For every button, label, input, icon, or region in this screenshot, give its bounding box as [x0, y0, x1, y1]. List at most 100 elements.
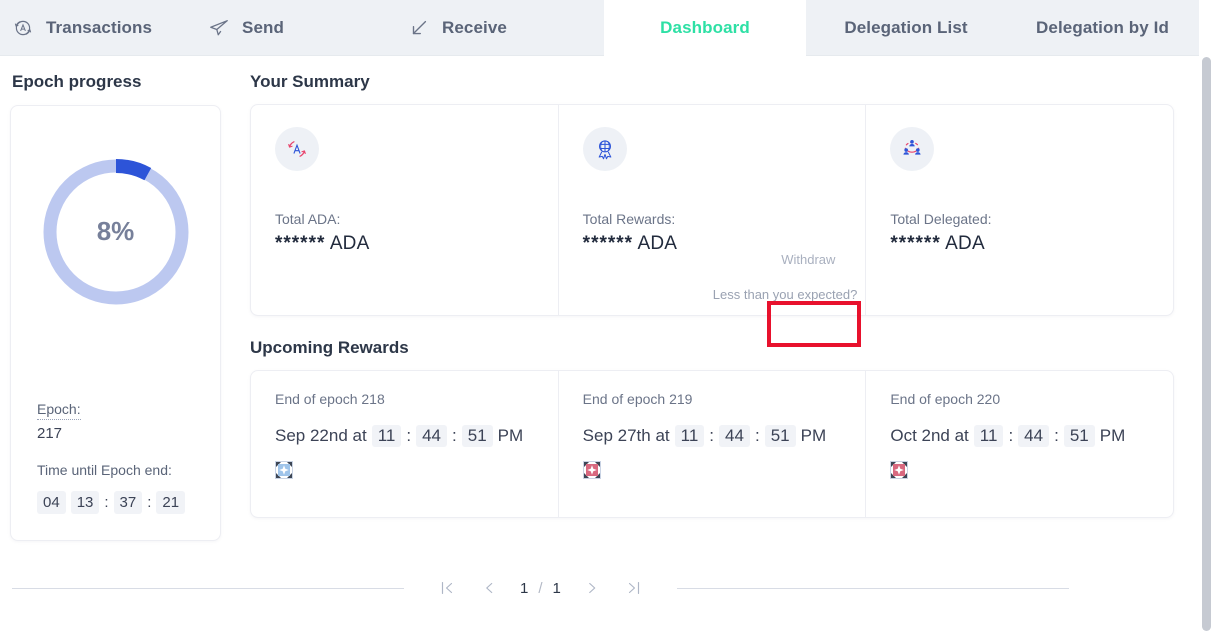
divider-right — [676, 587, 1069, 589]
upcoming-epoch-text: End of epoch 220 — [890, 391, 1001, 407]
total-rewards-stars: ****** — [582, 233, 634, 254]
countdown-minutes: 37 — [113, 491, 143, 514]
summary-card-row: Total ADA: ****** ADA Total Rewards: ***… — [250, 104, 1174, 316]
upcoming-date: Oct 2nd at 11 : 44 : 51 PM — [890, 425, 1149, 447]
summary-card-total-ada: Total ADA: ****** ADA — [251, 105, 558, 315]
dashboard-page: Epoch progress 8% Epoch: 217 Time until … — [0, 56, 1199, 631]
upcoming-rewards-title: Upcoming Rewards — [250, 338, 409, 357]
total-delegated-label: Total Delegated: — [890, 211, 992, 227]
epoch-progress-title: Epoch progress — [12, 72, 142, 91]
total-delegated-value: ****** ADA — [890, 233, 1149, 255]
upcoming-rewards-row: End of epoch 218 Sep 22nd at 11 : 44 : 5… — [250, 370, 1174, 518]
tab-send[interactable]: Send — [200, 0, 400, 56]
epoch-countdown: 04 13 : 37 : 21 — [37, 491, 220, 514]
tab-send-label: Send — [242, 18, 284, 37]
tab-receive[interactable]: Receive — [400, 0, 604, 56]
divider-left — [12, 587, 404, 589]
upcoming-date: Sep 22nd at 11 : 44 : 51 PM — [275, 425, 534, 447]
upcoming-date-prefix: Sep 22nd at — [275, 426, 367, 445]
upcoming-date-prefix: Oct 2nd at — [890, 426, 969, 445]
epoch-progress-column: Epoch progress 8% Epoch: 217 Time until … — [0, 56, 250, 631]
upcoming-sep-2: : — [1054, 426, 1059, 445]
countdown-hours: 13 — [70, 491, 100, 514]
ada-refresh-icon — [12, 17, 34, 39]
total-rewards-unit: ADA — [637, 233, 678, 254]
upcoming-sep-1: : — [406, 426, 412, 445]
upcoming-hours: 11 — [973, 425, 1004, 447]
withdraw-button[interactable]: Withdraw — [773, 245, 843, 274]
upcoming-seconds: 51 — [764, 425, 796, 447]
upcoming-seconds: 51 — [1063, 425, 1095, 447]
upcoming-date: Sep 27th at 11 : 44 : 51 PM — [583, 425, 842, 447]
tab-delegation-list[interactable]: Delegation List — [806, 0, 1006, 56]
first-page-icon[interactable] — [426, 570, 468, 606]
total-ada-unit: ADA — [329, 233, 370, 254]
countdown-sep-2: : — [147, 494, 152, 511]
scrollbar-thumb[interactable] — [1202, 57, 1211, 631]
tab-receive-label: Receive — [442, 18, 507, 37]
upcoming-hours: 11 — [674, 425, 705, 447]
upcoming-sep-1: : — [1008, 426, 1014, 445]
upcoming-meridiem: PM — [497, 426, 524, 445]
upcoming-reward-card: End of epoch 219 Sep 27th at 11 : 44 : 5… — [557, 371, 866, 517]
upcoming-epoch-text: End of epoch 218 — [275, 391, 385, 407]
summary-card-total-rewards: Total Rewards: ****** ADA Withdraw Less … — [557, 105, 866, 315]
upcoming-sep-2: : — [452, 426, 457, 445]
upcoming-minutes: 44 — [719, 425, 750, 447]
total-delegated-stars: ****** — [890, 233, 941, 254]
epoch-progress-card: 8% Epoch: 217 Time until Epoch end: 04 1… — [10, 105, 221, 541]
pagination: 1 / 1 — [404, 570, 677, 606]
broken-image-icon-red — [582, 461, 601, 479]
summary-card-total-delegated: Total Delegated: ****** ADA — [865, 105, 1173, 315]
last-page-icon[interactable] — [613, 570, 655, 606]
upcoming-sep-1: : — [709, 426, 715, 445]
epoch-label: Epoch: — [37, 401, 81, 420]
upcoming-meridiem: PM — [800, 426, 827, 445]
tab-delegation-by-id[interactable]: Delegation by Id — [1006, 0, 1199, 56]
countdown-sep-1: : — [104, 494, 109, 511]
countdown-days: 04 — [37, 491, 66, 514]
broken-image-icon-blue — [275, 461, 293, 479]
main-tab-bar: Transactions Send Receive Dashboard Dele… — [0, 0, 1199, 56]
arrow-down-left-icon — [408, 17, 430, 39]
upcoming-reward-card: End of epoch 218 Sep 22nd at 11 : 44 : 5… — [251, 371, 558, 517]
total-ada-stars: ****** — [275, 233, 326, 254]
upcoming-epoch-text: End of epoch 219 — [582, 391, 693, 407]
upcoming-minutes: 44 — [1018, 425, 1050, 447]
total-ada-label: Total ADA: — [275, 211, 341, 227]
tab-transactions[interactable]: Transactions — [0, 0, 200, 56]
ada-refresh-icon — [275, 127, 319, 171]
epoch-meta: Epoch: 217 Time until Epoch end: 04 13 :… — [11, 401, 220, 540]
tab-delegation-by-id-label: Delegation by Id — [1036, 18, 1169, 37]
withdraw-button-wrap: Withdraw — [760, 245, 856, 274]
upcoming-reward-card: End of epoch 220 Oct 2nd at 11 : 44 : 51… — [865, 371, 1173, 517]
epoch-donut-chart: 8% — [36, 152, 196, 312]
total-ada-value: ****** ADA — [275, 233, 534, 255]
countdown-seconds: 21 — [156, 491, 186, 514]
tab-delegation-list-label: Delegation List — [844, 18, 968, 37]
prev-page-icon[interactable] — [468, 570, 510, 606]
upcoming-meridiem: PM — [1099, 426, 1126, 445]
upcoming-sep-2: : — [754, 426, 760, 445]
upcoming-seconds: 51 — [461, 425, 493, 447]
dashboard-main-column: Your Summary Total ADA: ****** ADA Total… — [250, 56, 1199, 631]
pagination-area: 1 / 1 — [0, 570, 1185, 606]
total-rewards-label: Total Rewards: — [582, 211, 676, 227]
countdown-label: Time until Epoch end: — [37, 462, 172, 478]
epoch-donut-wrap: 8% — [11, 124, 220, 339]
upcoming-hours: 11 — [371, 425, 402, 447]
tab-transactions-label: Transactions — [46, 18, 153, 37]
less-than-expected-link[interactable]: Less than you expected? — [713, 287, 858, 302]
next-page-icon[interactable] — [571, 570, 613, 606]
epoch-value: 217 — [37, 425, 63, 442]
current-page: 1 — [520, 579, 529, 597]
epoch-progress-percent: 8% — [96, 216, 135, 246]
total-delegated-unit: ADA — [945, 233, 985, 254]
broken-image-icon-red — [890, 461, 909, 479]
tab-dashboard-label: Dashboard — [660, 18, 750, 37]
reward-medal-icon — [582, 127, 627, 171]
total-pages: 1 — [552, 579, 561, 597]
tab-dashboard[interactable]: Dashboard — [604, 0, 806, 56]
your-summary-title: Your Summary — [250, 72, 370, 91]
